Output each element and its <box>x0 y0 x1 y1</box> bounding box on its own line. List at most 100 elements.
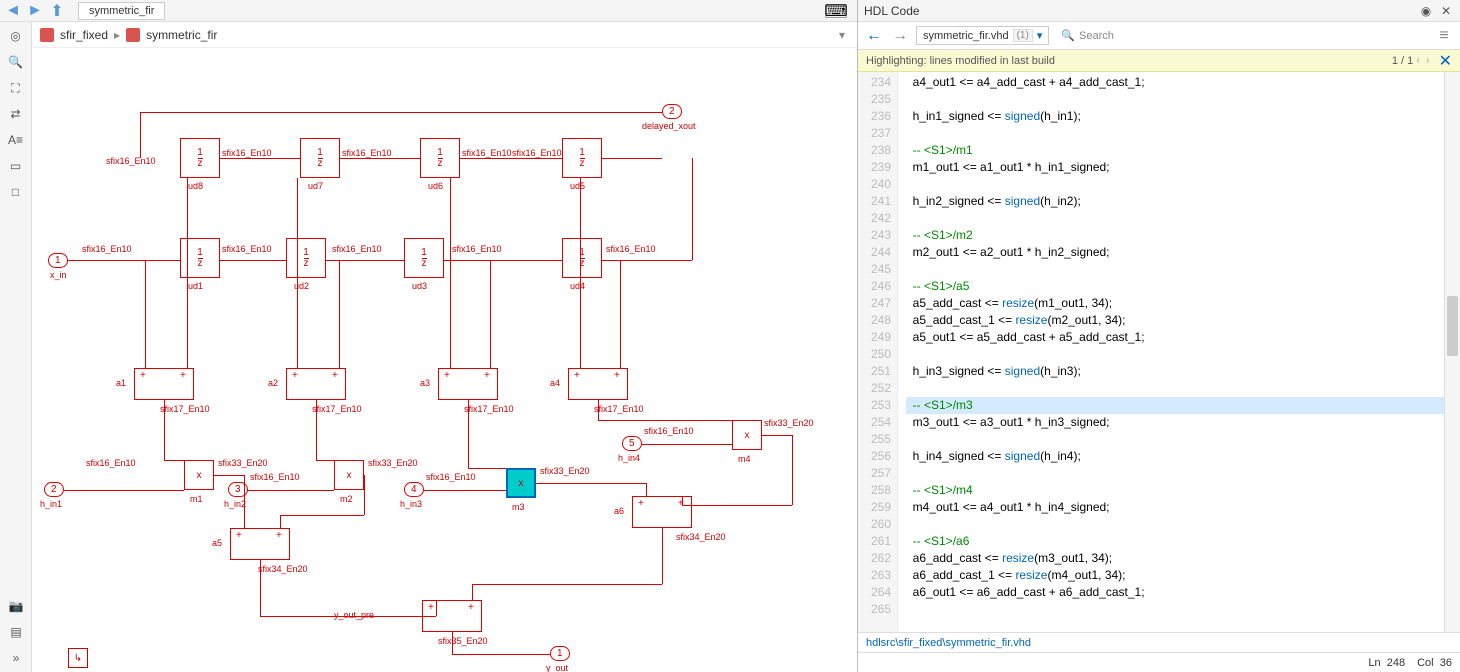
subsystem-icon <box>126 28 140 42</box>
a6-label: a6 <box>614 506 624 516</box>
wire-type-7: sfix16_En10 <box>342 148 392 158</box>
model-badge-icon[interactable]: ↳ <box>68 648 88 668</box>
delay-ud1[interactable]: 1z <box>180 238 220 278</box>
mult-m1[interactable]: x <box>184 460 214 490</box>
forward-icon[interactable]: ► <box>26 2 44 20</box>
dropdown-icon[interactable]: ▾ <box>839 28 845 42</box>
signals-icon[interactable]: ⇄ <box>6 104 26 124</box>
wire-type-m2: sfix33_En20 <box>368 458 418 468</box>
highlight-count: 1 / 1 <box>1392 55 1413 67</box>
delay-ud3[interactable]: 1z <box>404 238 444 278</box>
annotate-icon[interactable]: A≡ <box>6 130 26 150</box>
code-back-icon[interactable]: ← <box>864 26 884 46</box>
model-tab[interactable]: symmetric_fir <box>78 2 165 20</box>
target-icon[interactable]: ◎ <box>6 26 26 46</box>
ud1-label: ud1 <box>188 281 203 291</box>
delay-ud8[interactable]: 1z <box>180 138 220 178</box>
a5-label: a5 <box>212 538 222 548</box>
menu-icon[interactable]: ≡ <box>1434 26 1454 46</box>
a4-label: a4 <box>550 378 560 388</box>
a2-label: a2 <box>268 378 278 388</box>
search-placeholder: Search <box>1079 30 1114 42</box>
wire-type-9: sfix16_En10 <box>512 148 562 158</box>
line-gutter: 2342352362372382392402412422432442452462… <box>858 72 898 632</box>
image-icon[interactable]: ▭ <box>6 156 26 176</box>
file-selector[interactable]: symmetric_fir.vhd (1) ▾ <box>916 26 1049 45</box>
ud4-label: ud4 <box>570 281 585 291</box>
model-icon <box>40 28 54 42</box>
a5-type: sfix34_En20 <box>258 564 308 574</box>
port-hin4[interactable]: 5 <box>622 436 642 451</box>
col-value: 36 <box>1440 657 1452 669</box>
expand-icon[interactable]: » <box>6 648 26 668</box>
wire-type-11: sfix16_En10 <box>86 458 136 468</box>
code-pane: HDL Code ◉ ✕ ← → symmetric_fir.vhd (1) ▾… <box>858 0 1460 672</box>
left-toolbar: ◎ 🔍 ⛶ ⇄ A≡ ▭ □ 📷 ▤ » <box>0 22 32 672</box>
a4-type: sfix17_En10 <box>594 404 644 414</box>
wire-type-12: sfix16_En10 <box>250 472 300 482</box>
delay-ud6[interactable]: 1z <box>420 138 460 178</box>
code-body[interactable]: a4_out1 <= a4_add_cast + a4_add_cast_1; … <box>898 72 1460 632</box>
a2-type: sfix17_En10 <box>312 404 362 414</box>
zoom-in-icon[interactable]: 🔍 <box>6 52 26 72</box>
file-path[interactable]: hdlsrc\sfir_fixed\symmetric_fir.vhd <box>858 632 1460 652</box>
wire-type-14: sfix16_En10 <box>644 426 694 436</box>
ud6-label: ud6 <box>428 181 443 191</box>
search-icon: 🔍 <box>1061 29 1075 42</box>
camera-icon[interactable]: 📷 <box>6 596 26 616</box>
fit-icon[interactable]: ⛶ <box>6 78 26 98</box>
code-title: HDL Code <box>864 4 920 18</box>
list-icon[interactable]: ▤ <box>6 622 26 642</box>
port-yout[interactable]: 1 <box>550 646 570 661</box>
breadcrumb-root[interactable]: sfir_fixed <box>60 28 108 42</box>
next-highlight-icon[interactable]: › <box>1426 55 1430 67</box>
close-highlight-icon[interactable]: ✕ <box>1439 51 1452 71</box>
search-box[interactable]: 🔍 Search <box>1061 29 1428 42</box>
delay-ud4[interactable]: 1z <box>562 238 602 278</box>
scroll-thumb[interactable] <box>1447 296 1458 356</box>
box-icon[interactable]: □ <box>6 182 26 202</box>
code-editor[interactable]: 2342352362372382392402412422432442452462… <box>858 72 1460 632</box>
wire-type-6: sfix16_En10 <box>222 148 272 158</box>
a1-label: a1 <box>116 378 126 388</box>
hin2-label: h_in2 <box>224 499 246 509</box>
up-icon[interactable]: ⬆ <box>48 2 66 20</box>
dock-icon[interactable]: ◉ <box>1418 3 1434 19</box>
mult-m3[interactable]: x <box>506 468 536 498</box>
wire-type-1: sfix16_En10 <box>82 244 132 254</box>
prev-highlight-icon[interactable]: ‹ <box>1416 55 1420 67</box>
close-panel-icon[interactable]: ✕ <box>1438 3 1454 19</box>
wire-type-10: sfix16_En10 <box>106 156 156 166</box>
port-hin3[interactable]: 4 <box>404 482 424 497</box>
mult-m2[interactable]: x <box>334 460 364 490</box>
ud8-label: ud8 <box>188 181 203 191</box>
delay-ud5[interactable]: 1z <box>562 138 602 178</box>
col-label: Col <box>1417 657 1434 669</box>
port-xin[interactable]: 1 <box>48 253 68 268</box>
wire-type-m3: sfix33_En20 <box>540 466 590 476</box>
wire-type-8: sfix16_En10 <box>462 148 512 158</box>
delay-ud2[interactable]: 1z <box>286 238 326 278</box>
m3-label: m3 <box>512 502 525 512</box>
keyboard-icon[interactable]: ⌨ <box>825 4 847 18</box>
ypre-type: sfix35_En20 <box>438 636 488 646</box>
port-dxout[interactable]: 2 <box>662 104 682 119</box>
highlight-bar: Highlighting: lines modified in last bui… <box>858 50 1460 72</box>
back-icon[interactable]: ◄ <box>4 2 22 20</box>
breadcrumb-leaf[interactable]: symmetric_fir <box>146 28 217 42</box>
delay-ud7[interactable]: 1z <box>300 138 340 178</box>
ud3-label: ud3 <box>412 281 427 291</box>
wire-type-2: sfix16_En10 <box>222 244 272 254</box>
scrollbar[interactable] <box>1444 72 1460 632</box>
mult-m4[interactable]: x <box>732 420 762 450</box>
code-toolbar: ← → symmetric_fir.vhd (1) ▾ 🔍 Search ≡ <box>858 22 1460 50</box>
status-bar: Ln 248 Col 36 <box>858 652 1460 672</box>
a3-type: sfix17_En10 <box>464 404 514 414</box>
code-forward-icon[interactable]: → <box>890 26 910 46</box>
ln-value: 248 <box>1387 657 1405 669</box>
model-canvas[interactable]: 1 x_in 2 delayed_xout 1z ud8 1z ud7 1z u… <box>32 48 857 672</box>
port-hin1[interactable]: 2 <box>44 482 64 497</box>
wire-type-3: sfix16_En10 <box>332 244 382 254</box>
ud7-label: ud7 <box>308 181 323 191</box>
breadcrumb[interactable]: sfir_fixed ▸ symmetric_fir ▾ <box>32 22 857 48</box>
